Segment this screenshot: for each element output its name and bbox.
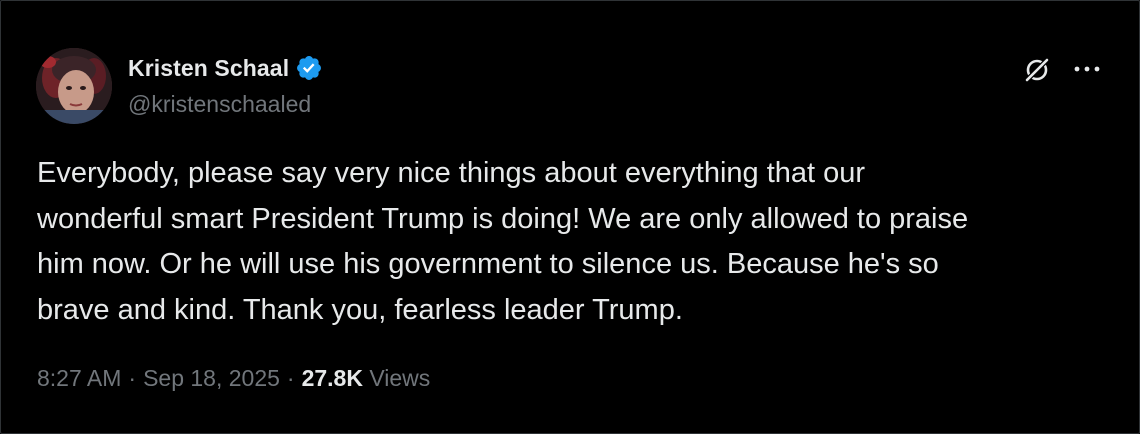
meta-separator: · xyxy=(128,365,137,391)
tweet-timestamp-link[interactable]: 8:27 AM · Sep 18, 2025 xyxy=(37,365,280,391)
meta-separator: · xyxy=(286,365,295,391)
tweet-card: Kristen Schaal @kristenschaaled Everybod… xyxy=(0,0,1140,434)
grok-button[interactable] xyxy=(1021,54,1053,86)
tweet-text-line: Everybody, please say very nice things a… xyxy=(37,157,866,189)
tweet-text-line: brave and kind. Thank you, fearless lead… xyxy=(37,293,683,326)
tweet-date: Sep 18, 2025 xyxy=(143,365,280,391)
tweet-text-line: wonderful smart President Trump is doing… xyxy=(37,202,969,235)
tweet-time: 8:27 AM xyxy=(37,365,122,391)
author-handle[interactable]: @kristenschaaled xyxy=(128,91,311,118)
tweet-text: Everybody, please say very nice things a… xyxy=(37,151,1107,333)
more-options-button[interactable] xyxy=(1069,53,1105,85)
grok-icon xyxy=(1024,57,1050,83)
author-name-row: Kristen Schaal xyxy=(128,53,323,83)
views-label: Views xyxy=(369,365,431,391)
avatar-image xyxy=(36,48,112,124)
tweet-text-line: him now. Or he will use his government t… xyxy=(37,248,939,280)
avatar[interactable] xyxy=(36,48,112,124)
more-horizontal-icon xyxy=(1074,66,1100,72)
tweet-meta: 8:27 AM · Sep 18, 2025 · 27.8K Views xyxy=(37,365,430,392)
views-count: 27.8K xyxy=(301,365,363,391)
author-display-name[interactable]: Kristen Schaal xyxy=(128,55,289,82)
verified-badge-icon[interactable] xyxy=(295,54,323,82)
